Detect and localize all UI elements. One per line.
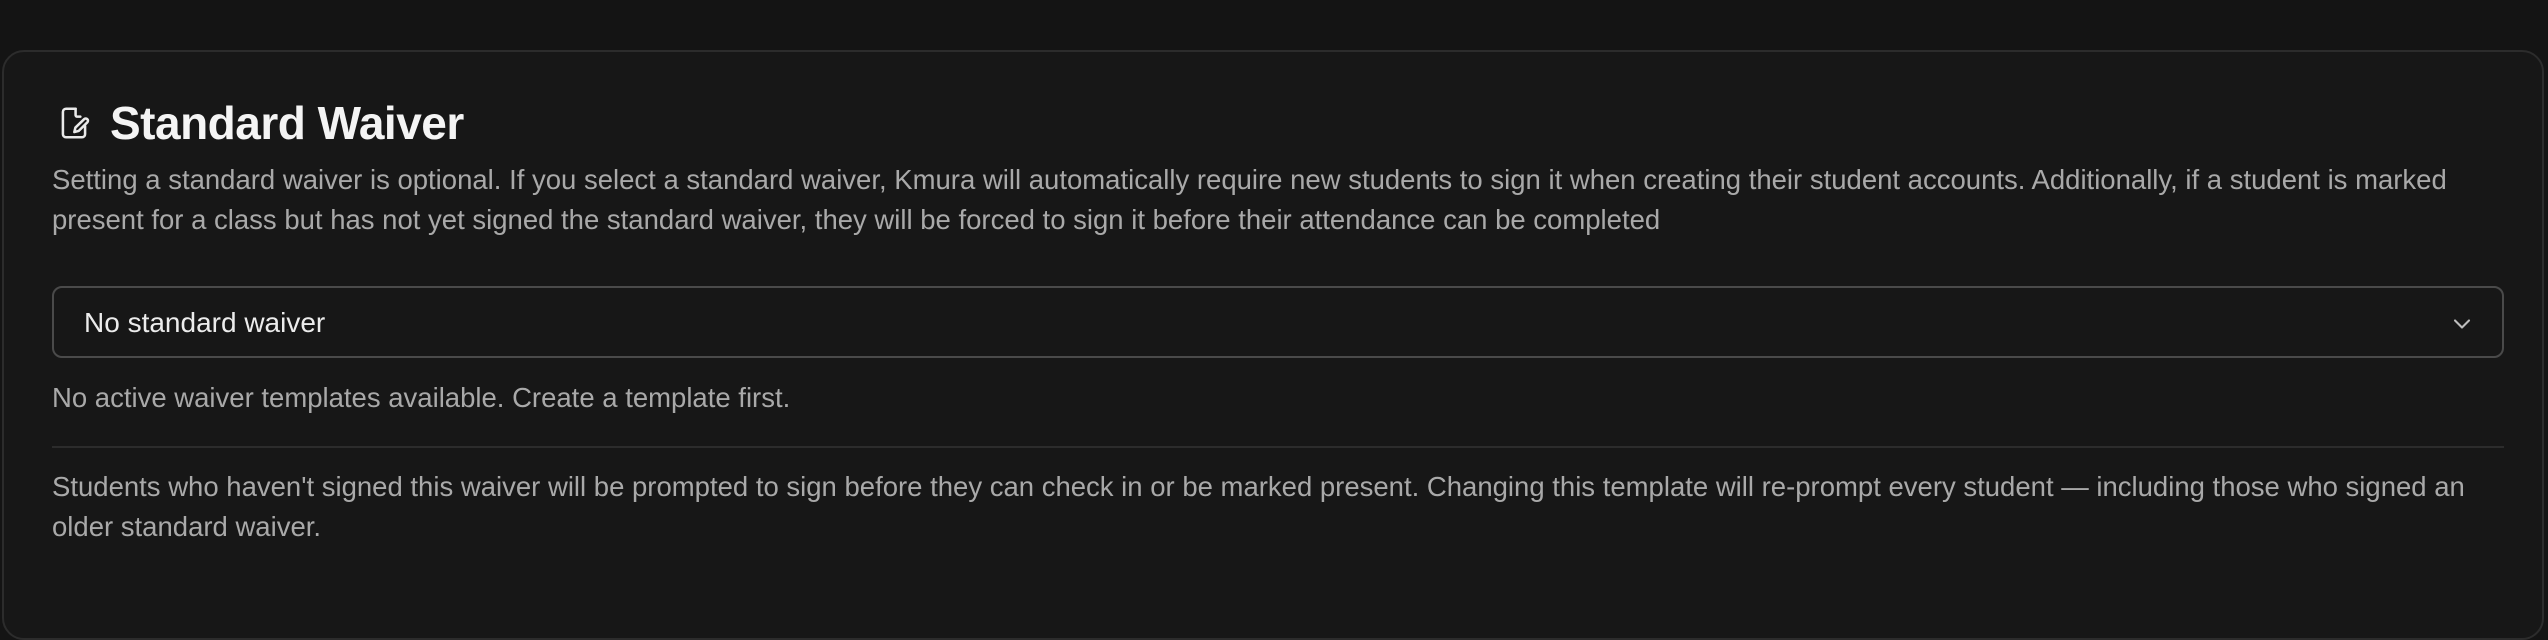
standard-waiver-card: Standard Waiver Setting a standard waive… [2,50,2544,640]
select-value: No standard waiver [84,307,326,338]
waiver-description: Setting a standard waiver is optional. I… [52,164,2447,235]
edit-document-icon [54,103,94,143]
chevron-down-icon [2448,310,2476,338]
standard-waiver-select[interactable]: No standard waiver [52,286,2504,358]
footer-note: Students who haven't signed this waiver … [52,471,2465,542]
card-header: Standard Waiver [54,100,464,146]
page-title: Standard Waiver [110,97,464,149]
divider [52,446,2504,448]
helper-text: No active waiver templates available. Cr… [52,382,791,413]
